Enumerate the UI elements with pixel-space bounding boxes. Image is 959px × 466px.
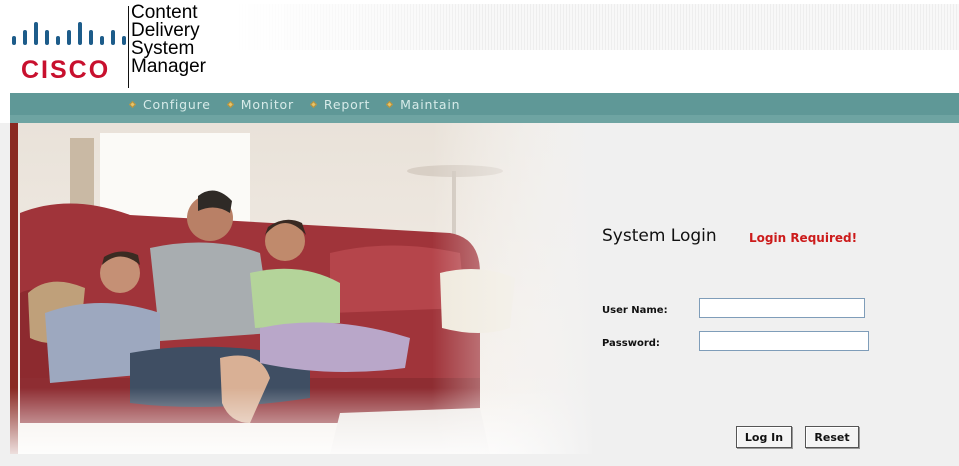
main-nav-bar: Configure Monitor Report Maintain bbox=[10, 93, 959, 123]
family-photo-illustration bbox=[10, 123, 596, 454]
diamond-bullet-icon bbox=[128, 100, 137, 108]
header-stripe-pattern bbox=[230, 4, 959, 50]
nav-item-maintain[interactable]: Maintain bbox=[386, 97, 460, 112]
family-on-couch-photo bbox=[10, 123, 596, 454]
cisco-logo[interactable]: CISCO bbox=[8, 18, 126, 88]
nav-item-monitor[interactable]: Monitor bbox=[226, 97, 294, 112]
login-panel: System Login Login Required! User Name: … bbox=[596, 123, 959, 454]
cisco-wordmark: CISCO bbox=[21, 56, 111, 84]
password-label: Password: bbox=[602, 338, 660, 349]
cisco-bars-logo-icon bbox=[12, 22, 126, 45]
diamond-bullet-icon bbox=[386, 100, 394, 108]
nav-item-label[interactable]: Maintain bbox=[400, 97, 460, 112]
reset-button[interactable]: Reset bbox=[805, 426, 859, 448]
login-button[interactable]: Log In bbox=[736, 426, 792, 448]
nav-item-label[interactable]: Monitor bbox=[241, 97, 294, 112]
nav-item-configure[interactable]: Configure bbox=[128, 97, 211, 112]
main-nav: Configure Monitor Report Maintain bbox=[128, 96, 477, 112]
username-input[interactable] bbox=[699, 298, 865, 318]
nav-item-label[interactable]: Report bbox=[324, 97, 370, 112]
diamond-bullet-icon bbox=[309, 100, 317, 108]
product-name-line: Manager bbox=[131, 56, 206, 77]
footer-strip bbox=[0, 454, 959, 466]
nav-item-label[interactable]: Configure bbox=[143, 97, 211, 112]
login-title: System Login bbox=[602, 226, 717, 246]
header: CISCO Content Delivery System Manager bbox=[0, 0, 959, 93]
left-margin-rail bbox=[0, 123, 10, 466]
diamond-bullet-icon bbox=[226, 100, 234, 108]
product-name: Content Delivery System Manager bbox=[131, 3, 206, 77]
login-required-message: Login Required! bbox=[749, 231, 858, 245]
logo-divider bbox=[128, 6, 129, 88]
password-input[interactable] bbox=[699, 331, 869, 351]
username-label: User Name: bbox=[602, 305, 668, 316]
nav-item-report[interactable]: Report bbox=[309, 97, 370, 112]
